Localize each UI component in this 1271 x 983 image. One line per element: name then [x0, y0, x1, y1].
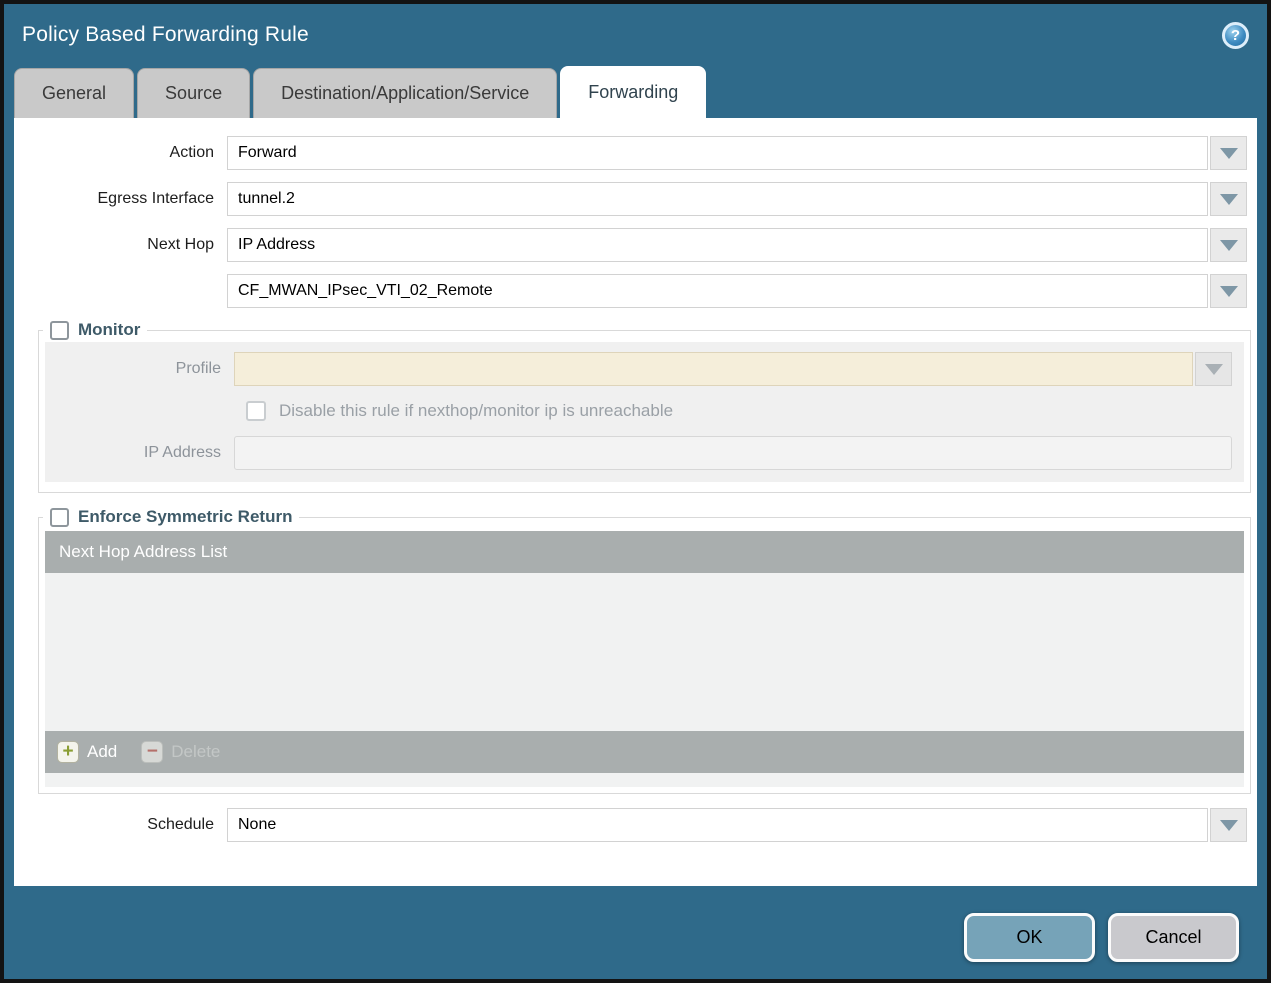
enforce-symmetric-return-section: Enforce Symmetric Return Next Hop Addres… [38, 507, 1251, 794]
monitor-legend: Monitor [43, 320, 147, 340]
chevron-down-icon [1220, 148, 1238, 159]
chevron-down-icon [1220, 286, 1238, 297]
egress-interface-input[interactable] [227, 182, 1208, 216]
cancel-button[interactable]: Cancel [1108, 913, 1239, 962]
enforce-symmetric-return-legend-label: Enforce Symmetric Return [78, 507, 292, 527]
schedule-label: Schedule [14, 816, 227, 834]
forwarding-tab-panel: Action Egress Interface Next Hop [14, 118, 1257, 886]
chevron-down-icon [1220, 194, 1238, 205]
next-hop-address-list-body [45, 573, 1244, 731]
next-hop-address-dropdown-button[interactable] [1210, 274, 1247, 308]
action-label: Action [14, 144, 227, 162]
tab-forwarding[interactable]: Forwarding [560, 66, 706, 118]
ok-button[interactable]: OK [964, 913, 1095, 962]
next-hop-address-row [14, 274, 1247, 308]
action-row: Action [14, 136, 1247, 170]
schedule-dropdown-button[interactable] [1210, 808, 1247, 842]
enforce-symmetric-return-legend: Enforce Symmetric Return [43, 507, 299, 527]
add-button[interactable]: + Add [57, 741, 117, 763]
action-dropdown-button[interactable] [1210, 136, 1247, 170]
disable-rule-row: Disable this rule if nexthop/monitor ip … [246, 397, 1244, 425]
monitor-ip-address-input [234, 436, 1232, 470]
monitor-ip-address-row: IP Address [45, 436, 1232, 470]
dialog-footer: OK Cancel [964, 913, 1239, 962]
next-hop-row: Next Hop [14, 228, 1247, 262]
next-hop-type-dropdown-button[interactable] [1210, 228, 1247, 262]
egress-interface-label: Egress Interface [14, 190, 227, 208]
help-icon[interactable]: ? [1222, 22, 1249, 49]
profile-label: Profile [45, 360, 234, 378]
next-hop-label: Next Hop [14, 236, 227, 254]
next-hop-address-list-toolbar: + Add − Delete [45, 731, 1244, 773]
tab-bar: General Source Destination/Application/S… [4, 66, 1267, 118]
next-hop-address-input[interactable] [227, 274, 1208, 308]
delete-button-label: Delete [171, 742, 220, 762]
minus-icon: − [141, 741, 163, 763]
schedule-row: Schedule [14, 808, 1247, 842]
monitor-section: Monitor Profile Disable this rule if nex… [38, 320, 1251, 493]
next-hop-address-list-table: Next Hop Address List + Add − Delete [45, 531, 1244, 787]
monitor-checkbox[interactable] [50, 321, 69, 340]
enforce-symmetric-return-checkbox[interactable] [50, 508, 69, 527]
chevron-down-icon [1205, 364, 1223, 375]
delete-button: − Delete [141, 741, 220, 763]
disable-rule-checkbox [246, 401, 266, 421]
profile-dropdown-button [1195, 352, 1232, 386]
tab-destination-application-service[interactable]: Destination/Application/Service [253, 68, 557, 118]
dialog-titlebar: Policy Based Forwarding Rule ? [4, 4, 1267, 66]
next-hop-address-list-header: Next Hop Address List [45, 531, 1244, 573]
disable-rule-label: Disable this rule if nexthop/monitor ip … [279, 401, 673, 421]
pbf-rule-dialog: Policy Based Forwarding Rule ? General S… [0, 0, 1271, 983]
chevron-down-icon [1220, 820, 1238, 831]
monitor-panel: Profile Disable this rule if nexthop/mon… [45, 342, 1244, 482]
add-button-label: Add [87, 742, 117, 762]
tab-source[interactable]: Source [137, 68, 250, 118]
egress-interface-row: Egress Interface [14, 182, 1247, 216]
chevron-down-icon [1220, 240, 1238, 251]
monitor-ip-address-label: IP Address [45, 444, 234, 462]
schedule-input[interactable] [227, 808, 1208, 842]
next-hop-type-input[interactable] [227, 228, 1208, 262]
page-title: Policy Based Forwarding Rule [22, 23, 309, 47]
profile-row: Profile [45, 352, 1232, 386]
egress-interface-dropdown-button[interactable] [1210, 182, 1247, 216]
profile-input [234, 352, 1193, 386]
tab-general[interactable]: General [14, 68, 134, 118]
plus-icon: + [57, 741, 79, 763]
monitor-legend-label: Monitor [78, 320, 140, 340]
action-input[interactable] [227, 136, 1208, 170]
